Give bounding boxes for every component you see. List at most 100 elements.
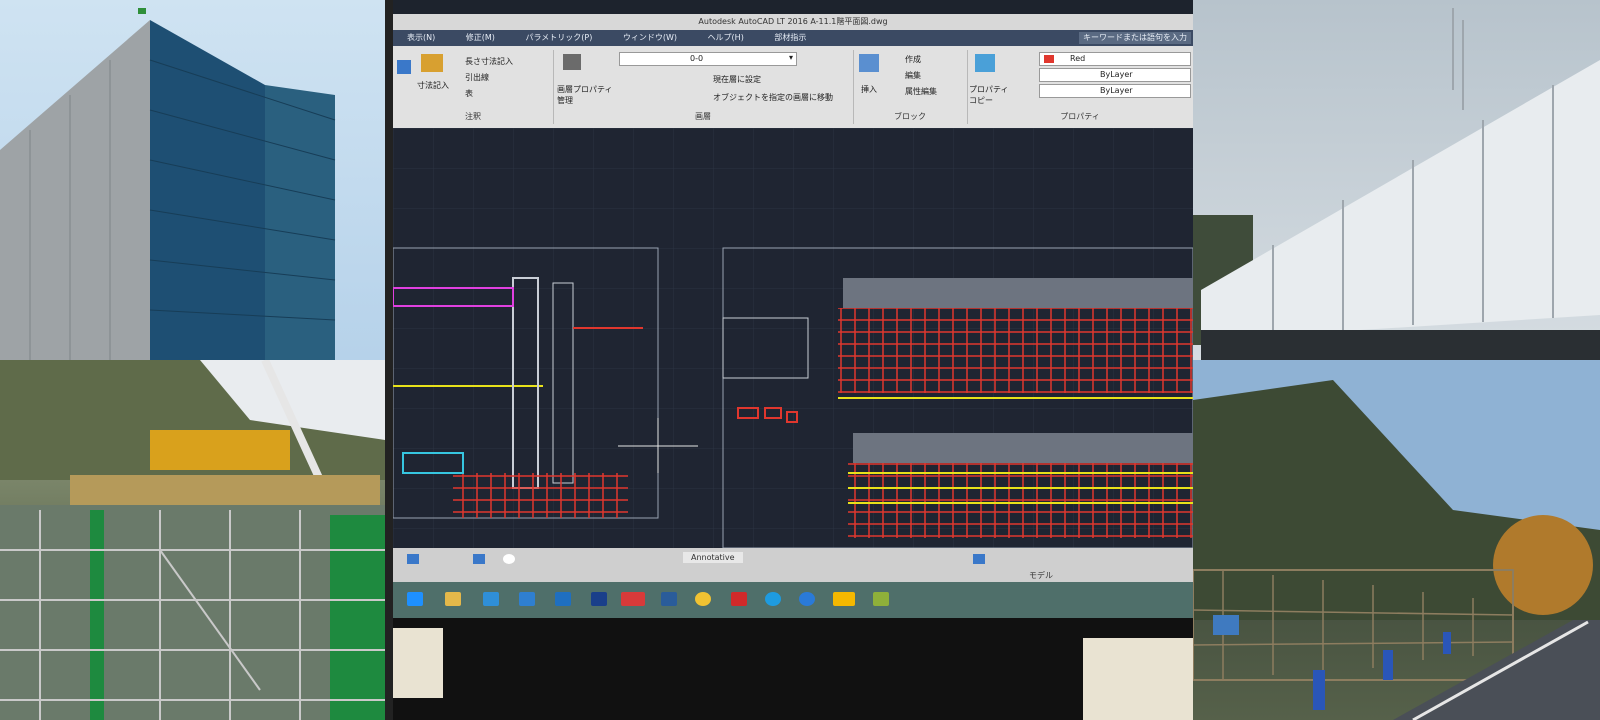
roadside-scaffold-photo [1193,360,1600,720]
jw-icon[interactable] [591,592,607,606]
autumn-tree [1493,515,1593,615]
color-dropdown[interactable]: Red [1039,52,1191,66]
file-explorer-icon[interactable] [445,592,461,606]
building-side-mesh [0,20,150,360]
monitor-screen: Autodesk AutoCAD LT 2016 A-11.1階平面図.dwg … [393,0,1193,620]
acrobat-icon[interactable] [731,592,747,606]
ribbon-group-block: 挿入 作成 編集 属性編集 ブロック [853,50,968,124]
tool-icon[interactable] [503,554,515,564]
blue-equipment [1213,615,1239,635]
browser-icon[interactable] [661,592,677,606]
set-current-layer-button[interactable]: 現在層に設定 [713,74,761,85]
color-dropdown-value: Red [1070,54,1086,63]
red-scaffold-bottom-right [848,463,1193,538]
autocad-icon[interactable] [621,592,645,606]
notes-icon[interactable] [833,592,855,606]
chevron-down-icon: ▾ [788,53,793,62]
scaffold-site-photo [0,360,385,720]
ribbon-group-layers: 画層プロパティ管理 0-0 ▾ 現在層に設定 オブジェクトを指定の画層に移動 画… [553,50,854,124]
yellow-gantry [150,430,290,470]
building-front-mesh [150,20,265,360]
leader-button[interactable]: 引出線 [465,72,489,83]
match-properties-button[interactable]: プロパティコピー [969,84,1009,106]
desk-paper [1083,638,1193,720]
linear-dimension-button[interactable]: 長さ寸法記入 [465,56,513,67]
ribbon-group-label: プロパティ [1060,112,1100,121]
attribute-edit-button[interactable]: 属性編集 [905,86,937,97]
match-properties-icon[interactable] [975,54,995,72]
lineweight-dropdown[interactable]: ByLayer [1039,84,1191,98]
red-scaffold-top [838,308,1193,393]
menu-item[interactable]: 部材指示 [774,30,806,46]
search-box[interactable]: キーワードまたは語句を入力 [1079,32,1191,44]
skype-icon[interactable] [765,592,781,606]
green-net-left [90,510,104,720]
insert-block-button[interactable]: 挿入 [861,84,877,95]
model-tab[interactable]: モデル [1029,570,1053,581]
steel-girder [1201,330,1600,360]
create-block-button[interactable]: 作成 [905,54,921,65]
dimension-button[interactable]: 寸法記入 [417,80,449,91]
color-swatch [1044,55,1054,63]
scaffold-body [0,505,385,720]
annotation-scale[interactable]: Annotative [683,552,743,563]
tool-icon[interactable] [973,554,985,564]
menu-item[interactable]: 修正(M) [466,30,495,46]
construction-scene [0,360,385,720]
road [1393,620,1600,720]
menu-item[interactable]: ウィンドウ(W) [623,30,677,46]
mail-icon[interactable] [519,592,535,606]
ribbon-group-label: 画層 [695,112,711,121]
tool-icon[interactable] [407,554,419,564]
taskbar [393,582,1193,618]
fence-scene [1193,8,1600,360]
roof-hatch-top [843,278,1193,308]
linetype-dropdown-value: ByLayer [1100,70,1133,79]
monitor-bezel [393,618,1193,720]
outlook-icon[interactable] [555,592,571,606]
windows-start-icon[interactable] [407,592,423,606]
chrome-icon[interactable] [695,592,711,606]
ribbon-group-label: 注釈 [465,112,481,121]
window-title: Autodesk AutoCAD LT 2016 A-11.1階平面図.dwg [393,14,1193,30]
green-net-right [330,515,385,720]
scaffold-building-photo [0,0,385,360]
menu-item[interactable]: ヘルプ(H) [708,30,744,46]
ribbon-group-label: ブロック [894,112,926,121]
menu-item[interactable]: 表示(N) [407,30,435,46]
dimension-large-icon[interactable] [421,54,443,72]
roof-hatch-bottom [853,433,1193,463]
tool-icon[interactable] [473,554,485,564]
edge-icon[interactable] [799,592,815,606]
ribbon-group-properties: プロパティコピー Red ByLayer ByLayer プロパティ [967,50,1193,124]
layer-properties-button[interactable]: 画層プロパティ管理 [557,84,615,106]
building-front-mesh-right [265,85,335,360]
layer-properties-icon[interactable] [563,54,581,70]
deck-level [70,475,380,505]
table-button[interactable]: 表 [465,88,473,99]
scaffold-fence-photo [1193,0,1600,360]
layer-dropdown[interactable]: 0-0 ▾ [619,52,797,66]
edit-block-button[interactable]: 編集 [905,70,921,81]
building-scene [0,8,336,360]
road-scene [1193,360,1600,720]
desk-paper [393,628,443,698]
floor-plan-drawing [393,128,1193,548]
dimension-icon[interactable] [397,60,411,74]
move-to-layer-button[interactable]: オブジェクトを指定の画層に移動 [713,92,833,103]
drawing-canvas[interactable] [393,128,1193,548]
linetype-dropdown[interactable]: ByLayer [1039,68,1191,82]
menu-item[interactable]: パラメトリック(P) [525,30,592,46]
cad-monitor-photo: Autodesk AutoCAD LT 2016 A-11.1階平面図.dwg … [393,0,1193,720]
layer-dropdown-value: 0-0 [690,54,704,63]
lineweight-dropdown-value: ByLayer [1100,86,1133,95]
flag [138,8,146,14]
menu-bar: 表示(N) 修正(M) パラメトリック(P) ウィンドウ(W) ヘルプ(H) 部… [393,30,1193,46]
ribbon-group-annotation: 寸法記入 長さ寸法記入 引出線 表 注釈 [393,50,554,124]
store-icon[interactable] [483,592,499,606]
white-mesh-sheet [1201,60,1600,340]
red-scaffold-bottom [453,473,628,518]
insert-block-icon[interactable] [859,54,879,72]
app-icon[interactable] [873,592,889,606]
status-bar: Annotative モデル [393,548,1193,582]
